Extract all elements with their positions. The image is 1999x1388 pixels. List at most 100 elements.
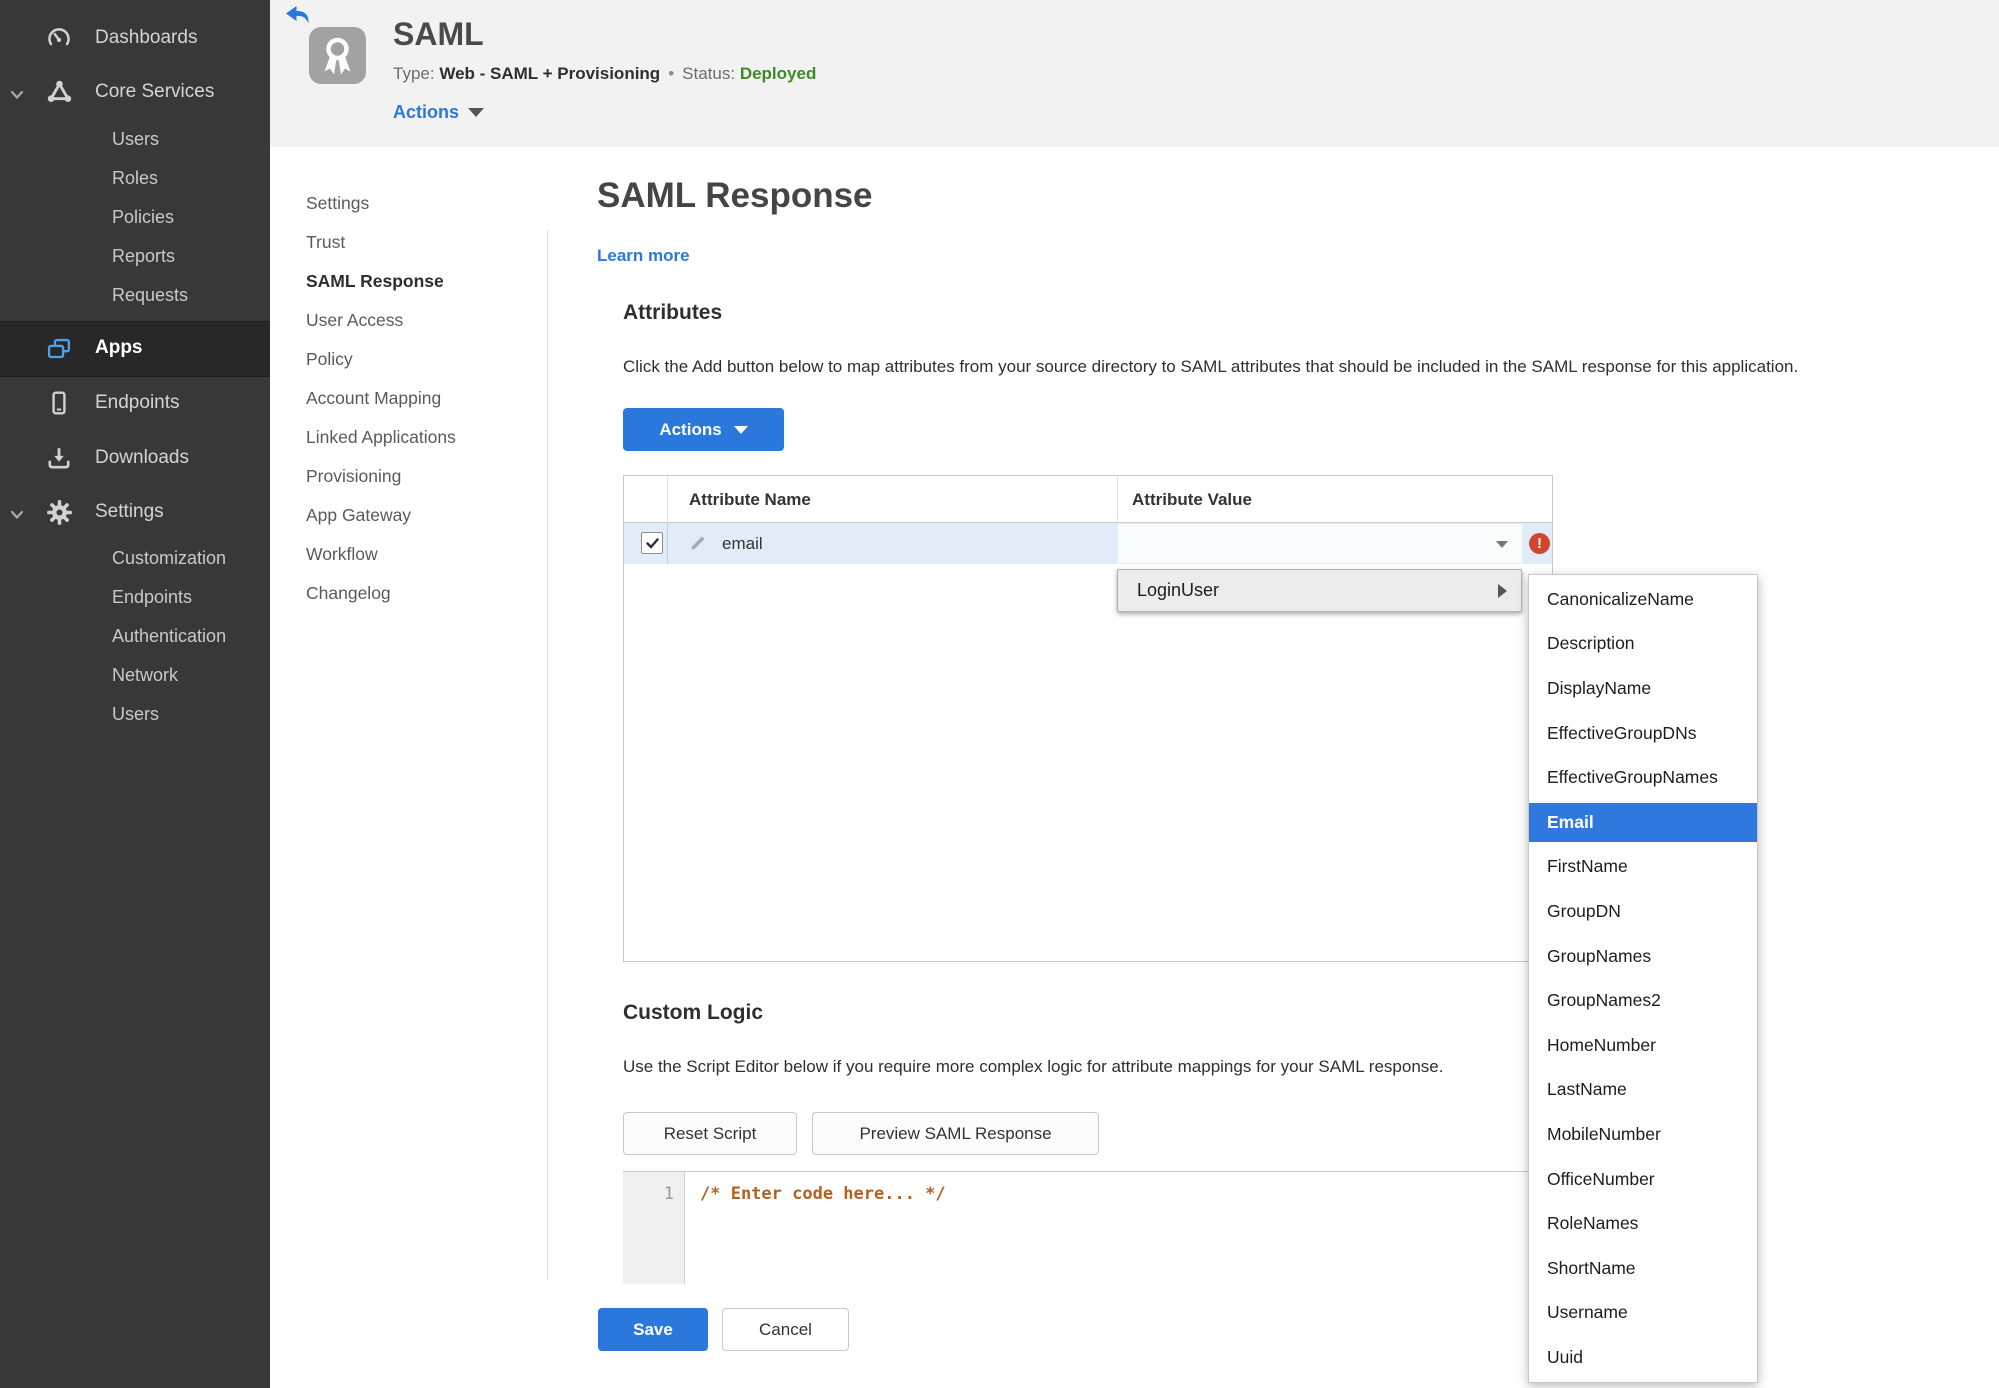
subnav-item-trust[interactable]: Trust — [306, 223, 345, 262]
attributes-actions-button[interactable]: Actions — [623, 408, 784, 451]
sidebar-item-policies[interactable]: Policies — [0, 198, 270, 236]
editor-line-number: 1 — [663, 1184, 674, 1204]
phone-icon — [44, 388, 74, 418]
sidebar-item-apps[interactable]: Apps — [0, 321, 270, 377]
row-checkbox[interactable] — [641, 532, 663, 554]
status-badge: Deployed — [739, 64, 817, 83]
download-icon — [44, 443, 74, 473]
menu-item-homenumber[interactable]: HomeNumber — [1529, 1023, 1757, 1068]
value-menu-parent-loginuser[interactable]: LoginUser — [1117, 569, 1522, 612]
reset-script-button[interactable]: Reset Script — [623, 1112, 797, 1155]
save-label: Save — [633, 1319, 673, 1339]
subnav-item-settings[interactable]: Settings — [306, 184, 369, 223]
menu-item-displayname[interactable]: DisplayName — [1529, 666, 1757, 711]
pencil-edit-icon[interactable] — [689, 534, 707, 552]
attribute-value-select[interactable] — [1118, 524, 1522, 563]
submenu-arrow-icon — [1498, 584, 1507, 598]
sidebar-item-settings[interactable]: Settings — [0, 493, 270, 531]
menu-item-groupdn[interactable]: GroupDN — [1529, 889, 1757, 934]
sidebar-item-customization[interactable]: Customization — [0, 539, 270, 577]
subnav-item-linked-applications[interactable]: Linked Applications — [306, 418, 456, 457]
header-actions-menu[interactable]: Actions — [393, 102, 485, 123]
subnav-item-changelog[interactable]: Changelog — [306, 574, 391, 613]
menu-item-groupnames[interactable]: GroupNames — [1529, 934, 1757, 979]
sidebar-subitem-label: Users — [112, 128, 160, 149]
subnav-item-app-gateway[interactable]: App Gateway — [306, 496, 411, 535]
type-value: Web - SAML + Provisioning — [439, 64, 661, 83]
menu-item-effectivegroupnames[interactable]: EffectiveGroupNames — [1529, 755, 1757, 800]
menu-item-groupnames2[interactable]: GroupNames2 — [1529, 978, 1757, 1023]
chevron-down-icon — [733, 425, 748, 434]
preview-saml-response-label: Preview SAML Response — [859, 1123, 1052, 1143]
sidebar-subitem-label: Authentication — [112, 625, 227, 646]
table-row[interactable]: email ! — [624, 523, 1552, 564]
sidebar-item-network[interactable]: Network — [0, 656, 270, 694]
subnav-divider — [547, 230, 548, 1280]
core-services-icon — [44, 77, 74, 107]
sidebar: Dashboards Core Services Users Roles Pol… — [0, 0, 270, 1388]
learn-more-link[interactable]: Learn more — [597, 246, 690, 266]
subnav-item-account-mapping[interactable]: Account Mapping — [306, 379, 441, 418]
app-meta-line: Type: Web - SAML + Provisioning • Status: … — [393, 64, 816, 84]
sidebar-item-users[interactable]: Users — [0, 120, 270, 158]
menu-item-uuid[interactable]: Uuid — [1529, 1335, 1757, 1380]
sidebar-item-core-services[interactable]: Core Services — [0, 73, 270, 111]
column-divider — [667, 523, 668, 564]
attributes-description: Click the Add button below to map attrib… — [623, 357, 1799, 376]
subnav-item-policy[interactable]: Policy — [306, 340, 353, 379]
sidebar-item-roles[interactable]: Roles — [0, 159, 270, 197]
sidebar-item-label: Endpoints — [95, 392, 180, 413]
value-submenu: CanonicalizeName Description DisplayName… — [1528, 574, 1758, 1383]
menu-item-username[interactable]: Username — [1529, 1291, 1757, 1336]
preview-saml-response-button[interactable]: Preview SAML Response — [812, 1112, 1099, 1155]
value-menu-parent-label: LoginUser — [1137, 580, 1220, 600]
subnav-item-user-access[interactable]: User Access — [306, 301, 403, 340]
menu-item-effectivegroupdns[interactable]: EffectiveGroupDNs — [1529, 711, 1757, 756]
attributes-table: Attribute Name Attribute Value email ! — [623, 475, 1553, 962]
sidebar-item-label: Core Services — [95, 81, 215, 102]
editor-gutter: 1 — [623, 1172, 685, 1284]
menu-item-firstname[interactable]: FirstName — [1529, 845, 1757, 890]
sidebar-item-label: Apps — [95, 337, 143, 358]
sidebar-item-label: Downloads — [95, 447, 189, 468]
error-icon: ! — [1529, 533, 1550, 554]
script-editor[interactable]: 1 /* Enter code here... */ — [623, 1171, 1553, 1284]
sidebar-subitem-label: Roles — [112, 167, 159, 188]
dot-separator: • — [668, 64, 675, 83]
sidebar-item-endpoints[interactable]: Endpoints — [0, 384, 270, 422]
cancel-label: Cancel — [759, 1319, 812, 1339]
menu-item-lastname[interactable]: LastName — [1529, 1068, 1757, 1113]
chevron-down-icon — [10, 507, 24, 520]
menu-item-mobilenumber[interactable]: MobileNumber — [1529, 1112, 1757, 1157]
sidebar-subitem-label: Policies — [112, 206, 175, 227]
column-divider — [667, 476, 668, 523]
sidebar-item-label: Settings — [95, 501, 164, 522]
sidebar-item-reports[interactable]: Reports — [0, 237, 270, 275]
menu-item-email[interactable]: Email — [1529, 802, 1757, 842]
sidebar-item-settings-endpoints[interactable]: Endpoints — [0, 578, 270, 616]
type-label: Type: — [393, 64, 435, 83]
subnav-item-provisioning[interactable]: Provisioning — [306, 457, 401, 496]
subnav-item-saml-response[interactable]: SAML Response — [306, 262, 444, 301]
status-label: Status: — [682, 64, 736, 83]
menu-item-canonicalizename[interactable]: CanonicalizeName — [1529, 577, 1757, 622]
sidebar-item-downloads[interactable]: Downloads — [0, 439, 270, 477]
table-header-row: Attribute Name Attribute Value — [624, 476, 1552, 523]
cancel-button[interactable]: Cancel — [722, 1308, 849, 1351]
menu-item-rolenames[interactable]: RoleNames — [1529, 1201, 1757, 1246]
save-button[interactable]: Save — [598, 1308, 708, 1351]
sidebar-item-authentication[interactable]: Authentication — [0, 617, 270, 655]
menu-item-description[interactable]: Description — [1529, 622, 1757, 667]
attribute-name-cell: email — [722, 533, 763, 553]
sidebar-subitem-label: Customization — [112, 547, 227, 568]
back-arrow-icon[interactable] — [285, 5, 311, 27]
chevron-down-icon — [10, 87, 24, 100]
sidebar-item-settings-users[interactable]: Users — [0, 695, 270, 733]
subnav-item-workflow[interactable]: Workflow — [306, 535, 378, 574]
sidebar-item-dashboards[interactable]: Dashboards — [0, 19, 270, 57]
editor-code-line[interactable]: /* Enter code here... */ — [700, 1184, 946, 1204]
menu-item-shortname[interactable]: ShortName — [1529, 1246, 1757, 1291]
gauge-icon — [44, 23, 74, 53]
menu-item-officenumber[interactable]: OfficeNumber — [1529, 1157, 1757, 1202]
sidebar-item-requests[interactable]: Requests — [0, 276, 270, 314]
